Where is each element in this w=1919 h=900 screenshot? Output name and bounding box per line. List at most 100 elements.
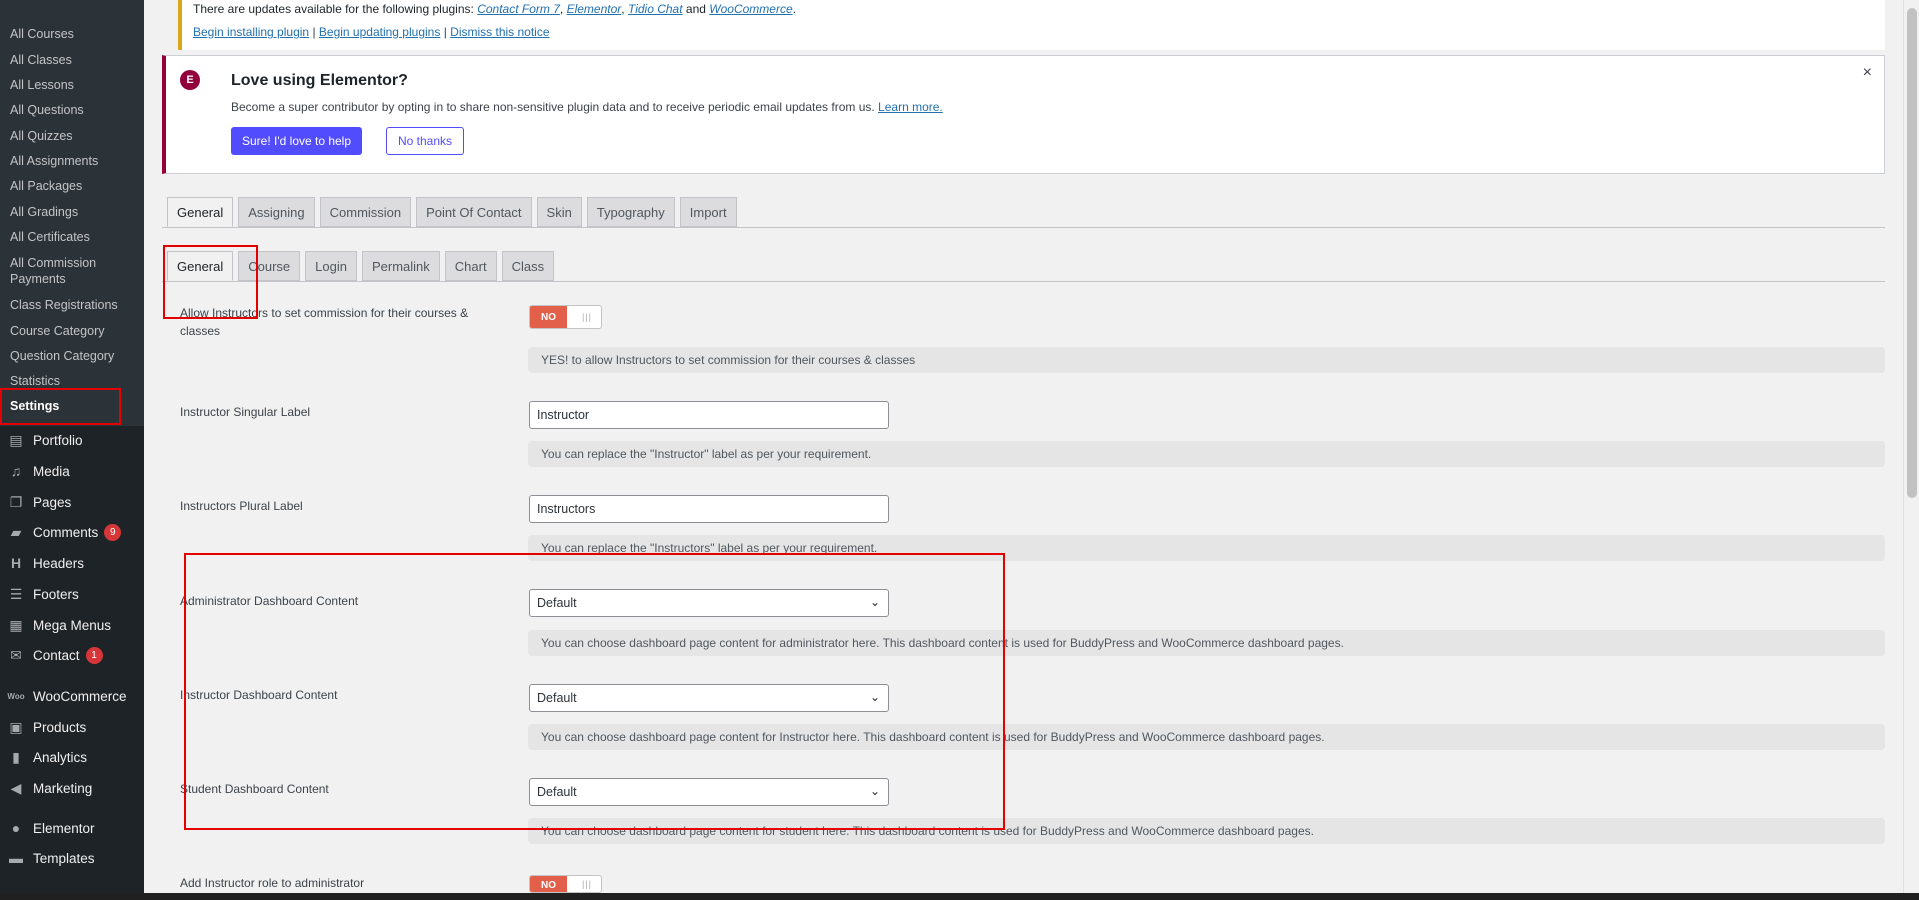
subtab-permalink[interactable]: Permalink	[361, 251, 440, 281]
plural-label-setting-label: Instructors Plural Label	[180, 499, 303, 513]
submenu-all-questions[interactable]: All Questions	[10, 102, 84, 118]
submenu-all-lessons[interactable]: All Lessons	[10, 77, 74, 93]
secondary-tabs-divider	[162, 281, 1885, 282]
singular-label-input[interactable]: Instructor	[529, 401, 889, 429]
os-taskbar	[0, 893, 1919, 900]
begin-updating-link[interactable]: Begin updating plugins	[319, 25, 440, 39]
general-subtab-highlight	[163, 245, 258, 319]
tab-typography[interactable]: Typography	[586, 197, 675, 227]
subtab-login[interactable]: Login	[305, 251, 357, 281]
menu-pages[interactable]: ❐ Pages	[0, 488, 144, 516]
tab-assigning[interactable]: Assigning	[238, 197, 315, 227]
primary-tabs: General Assigning Commission Point Of Co…	[167, 197, 737, 227]
contact-count-badge: 1	[85, 646, 103, 664]
subtab-class[interactable]: Class	[501, 251, 555, 281]
tab-import[interactable]: Import	[679, 197, 737, 227]
and-text: and	[685, 2, 706, 16]
plugin-update-notice: There are updates available for the foll…	[178, 0, 1885, 50]
submenu-all-packages[interactable]: All Packages	[10, 178, 82, 194]
analytics-icon: ▮	[12, 748, 20, 765]
menu-portfolio[interactable]: ▤ Portfolio	[0, 426, 144, 454]
menu-marketing[interactable]: ◀ Marketing	[0, 774, 144, 802]
tab-general[interactable]: General	[167, 197, 234, 227]
tab-skin[interactable]: Skin	[536, 197, 582, 227]
commission-toggle[interactable]: NO |||	[529, 305, 602, 329]
update-notice-text: There are updates available for the foll…	[193, 2, 796, 16]
toggle-grip-icon: |||	[582, 312, 593, 322]
menu-label: Mega Menus	[33, 617, 112, 633]
learn-more-link[interactable]: Learn more.	[878, 100, 943, 114]
menu-label: Contact	[33, 647, 80, 663]
submenu-all-courses[interactable]: All Courses	[10, 26, 74, 42]
lms-submenu: All Courses All Classes All Lessons All …	[0, 8, 144, 426]
toggle-no-label: NO	[530, 876, 567, 892]
update-notice-actions: Begin installing plugin | Begin updating…	[193, 25, 550, 39]
close-icon[interactable]: ×	[1863, 64, 1872, 82]
menu-media[interactable]: ♫ Media	[0, 457, 144, 485]
admin-sidebar: All Courses All Classes All Lessons All …	[0, 0, 144, 900]
plugin-link-tidio-chat[interactable]: Tidio Chat	[628, 2, 683, 16]
dashboard-settings-highlight	[184, 553, 1005, 830]
products-icon: ▣	[9, 718, 23, 735]
elementor-icon: ●	[11, 820, 21, 836]
menu-label: Analytics	[33, 749, 88, 765]
settings-highlight	[0, 388, 121, 425]
menu-label: Elementor	[33, 820, 95, 836]
tab-point-of-contact[interactable]: Point Of Contact	[416, 197, 532, 227]
plugin-link-elementor[interactable]: Elementor	[567, 2, 622, 16]
menu-label: Portfolio	[33, 432, 83, 448]
optin-decline-button[interactable]: No thanks	[386, 127, 465, 155]
admin-role-toggle[interactable]: NO |||	[529, 875, 602, 893]
separator: ,	[559, 2, 564, 16]
mega-menus-icon: ▦	[9, 616, 23, 633]
submenu-course-category[interactable]: Course Category	[10, 323, 105, 339]
elementor-optin-notice: E Love using Elementor? Become a super c…	[162, 55, 1885, 174]
elementor-notice-description: Become a super contributor by opting in …	[231, 100, 943, 114]
submenu-statistics[interactable]: Statistics	[10, 373, 60, 389]
plugin-link-contact-form-7[interactable]: Contact Form 7	[477, 2, 560, 16]
menu-templates[interactable]: ▬ Templates	[0, 844, 144, 872]
admin-role-setting-label: Add Instructor role to administrator	[180, 876, 365, 890]
submenu-all-commission-payments[interactable]: All Commission Payments	[10, 255, 120, 287]
submenu-all-quizzes[interactable]: All Quizzes	[10, 128, 73, 144]
menu-label: Headers	[33, 555, 85, 571]
optin-accept-button[interactable]: Sure! I'd love to help	[231, 127, 363, 155]
headers-icon: H	[10, 555, 22, 571]
menu-footers[interactable]: ☰ Footers	[0, 580, 144, 608]
plugin-link-woocommerce[interactable]: WooCommerce	[709, 2, 792, 16]
menu-label: WooCommerce	[33, 688, 127, 704]
tab-commission[interactable]: Commission	[319, 197, 412, 227]
divider: |	[443, 25, 447, 39]
elementor-logo-icon: E	[180, 70, 200, 90]
dismiss-notice-link[interactable]: Dismiss this notice	[450, 25, 549, 39]
submenu-all-assignments[interactable]: All Assignments	[10, 153, 98, 169]
menu-woocommerce[interactable]: Woo WooCommerce	[0, 682, 144, 710]
media-icon: ♫	[10, 463, 22, 479]
submenu-all-gradings[interactable]: All Gradings	[10, 204, 78, 220]
plural-label-input[interactable]: Instructors	[529, 495, 889, 523]
scrollbar-thumb[interactable]	[1907, 8, 1917, 498]
submenu-class-registrations[interactable]: Class Registrations	[10, 297, 118, 313]
comments-count-badge: 9	[104, 523, 122, 541]
marketing-icon: ◀	[10, 779, 22, 796]
update-notice-prefix: There are updates available for the foll…	[193, 2, 474, 16]
sidebar-top-strip	[0, 0, 144, 8]
menu-products[interactable]: ▣ Products	[0, 713, 144, 741]
subtab-chart[interactable]: Chart	[444, 251, 497, 281]
menu-label: Products	[33, 719, 87, 735]
menu-analytics[interactable]: ▮ Analytics	[0, 743, 144, 771]
menu-mega-menus[interactable]: ▦ Mega Menus	[0, 611, 144, 639]
menu-contact[interactable]: ✉ Contact 1	[0, 641, 144, 669]
menu-comments[interactable]: ▰ Comments 9	[0, 518, 144, 546]
woocommerce-icon: Woo	[7, 691, 25, 701]
menu-elementor[interactable]: ● Elementor	[0, 814, 144, 842]
submenu-all-classes[interactable]: All Classes	[10, 52, 72, 68]
submenu-all-certificates[interactable]: All Certificates	[10, 229, 90, 245]
page-scrollbar[interactable]	[1903, 0, 1919, 900]
menu-headers[interactable]: H Headers	[0, 549, 144, 577]
menu-label: Marketing	[33, 780, 93, 796]
begin-installing-link[interactable]: Begin installing plugin	[193, 25, 309, 39]
menu-label: Media	[33, 463, 70, 479]
menu-label: Templates	[33, 850, 95, 866]
submenu-question-category[interactable]: Question Category	[10, 348, 114, 364]
